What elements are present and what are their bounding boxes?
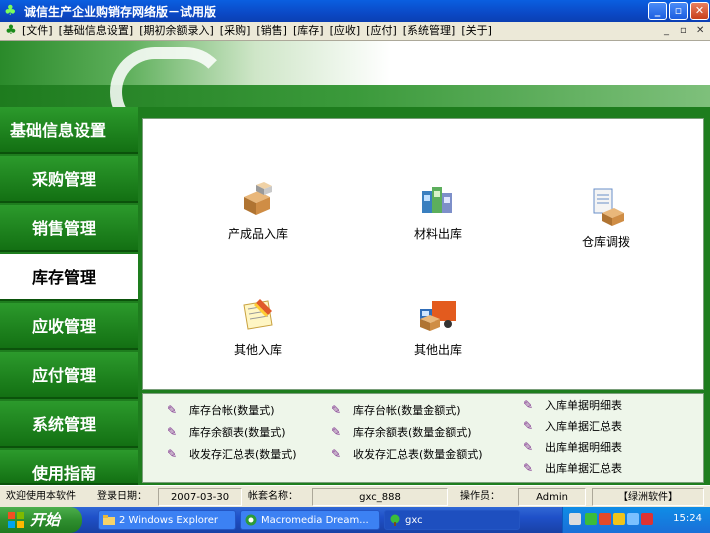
menu-payable[interactable]: [应付] [366, 24, 397, 38]
tree-app-icon: ♣ [4, 3, 17, 19]
window-title: 诚信生产企业购销存网络版－试用版 [24, 5, 217, 19]
function-panel: 产成品入库 材料出库 仓库调拨 其他入库 其他出库 [142, 118, 704, 390]
delivery-truck-icon [418, 295, 458, 335]
status-bar: 欢迎使用本软件 登录日期： 2007-03-30 帐套名称： gxc_888 操… [0, 485, 710, 507]
report-panel: ✎ 库存台帐(数量式) ✎ 库存余额表(数量式) ✎ 收发存汇总表(数量式) ✎ 库存台… [142, 393, 704, 483]
volume-icon[interactable] [627, 513, 639, 525]
sidebar-item-inventory[interactable]: 库存管理 [0, 254, 138, 301]
menu-opening-balance[interactable]: [期初余额录入] [139, 24, 214, 38]
close-button[interactable]: ✕ [690, 2, 709, 20]
start-button[interactable]: 开始 [0, 507, 82, 533]
report-link[interactable]: ✎ 入库单据汇总表 [521, 418, 622, 434]
menu-system[interactable]: [系统管理] [403, 24, 456, 38]
sidebar-item-system[interactable]: 系统管理 [0, 401, 138, 448]
report-pen-icon: ✎ [166, 447, 178, 461]
menu-inventory[interactable]: [库存] [293, 24, 324, 38]
application-window: ♣ 诚信生产企业购销存网络版－试用版 _ ▫ ✕ ♣ [文件] [基础信息设置]… [0, 0, 710, 533]
status-operator: Admin [518, 488, 586, 506]
folder-icon [103, 515, 115, 525]
start-label: 开始 [30, 511, 61, 529]
mdi-restore-button[interactable]: ▫ [680, 25, 687, 36]
sidebar-item-payable[interactable]: 应付管理 [0, 352, 138, 399]
status-vendor: 【绿洲软件】 [592, 488, 704, 506]
function-other-in[interactable]: 其他入库 [213, 295, 303, 358]
network-icon[interactable] [585, 513, 597, 525]
menu-purchase[interactable]: [采购] [220, 24, 251, 38]
sidebar-item-guide[interactable]: 使用指南 [0, 450, 138, 485]
sidebar-item-sales[interactable]: 销售管理 [0, 205, 138, 252]
sidebar-item-basic-info[interactable]: 基础信息设置 [0, 107, 138, 154]
maximize-button[interactable]: ▫ [669, 2, 688, 20]
report-link[interactable]: ✎ 收发存汇总表(数量式) [165, 446, 297, 462]
mdi-close-button[interactable]: ✕ [696, 25, 704, 36]
taskbar-clock: 15:24 [673, 513, 702, 524]
security-shield-icon[interactable] [599, 513, 611, 525]
report-pen-icon: ✎ [522, 461, 534, 475]
report-link[interactable]: ✎ 收发存汇总表(数量金额式) [329, 446, 483, 462]
function-label: 产成品入库 [227, 227, 288, 241]
report-link[interactable]: ✎ 库存台帐(数量金额式) [329, 402, 461, 418]
status-account-label: 帐套名称： [248, 491, 298, 502]
report-pen-icon: ✎ [522, 419, 534, 433]
function-materials-out[interactable]: 材料出库 [393, 179, 483, 242]
report-link[interactable]: ✎ 入库单据明细表 [521, 397, 622, 413]
banner-arrow-arc [110, 47, 230, 107]
status-login-date-label: 登录日期： [97, 491, 147, 502]
tree-logo-icon: ♣ [5, 23, 17, 38]
ime-icon[interactable] [613, 513, 625, 525]
menu-sales[interactable]: [销售] [256, 24, 287, 38]
function-finished-goods-in[interactable]: 产成品入库 [213, 179, 303, 242]
report-pen-icon: ✎ [522, 398, 534, 412]
function-label: 仓库调拨 [581, 235, 630, 249]
dreamweaver-icon [245, 514, 257, 526]
report-pen-icon: ✎ [522, 440, 534, 454]
menu-receivable[interactable]: [应收] [330, 24, 361, 38]
taskbar-item-dreamweaver[interactable]: Macromedia Dream... [240, 510, 380, 530]
function-label: 材料出库 [413, 227, 462, 241]
tree-app-icon [390, 514, 400, 526]
boxes-icon [238, 179, 278, 219]
antivirus-icon[interactable] [641, 513, 653, 525]
mdi-minimize-button[interactable]: _ [664, 25, 669, 36]
sidebar-item-purchase[interactable]: 采购管理 [0, 156, 138, 203]
report-pen-icon: ✎ [330, 447, 342, 461]
report-pen-icon: ✎ [330, 425, 342, 439]
materials-icon [418, 179, 458, 219]
report-link[interactable]: ✎ 库存余额表(数量金额式) [329, 424, 472, 440]
function-warehouse-transfer[interactable]: 仓库调拨 [561, 187, 651, 250]
function-label: 其他入库 [233, 343, 282, 357]
menu-file[interactable]: [文件] [22, 24, 53, 38]
system-tray: 15:24 [562, 507, 710, 533]
report-link[interactable]: ✎ 出库单据汇总表 [521, 460, 622, 476]
menu-basic-info[interactable]: [基础信息设置] [59, 24, 134, 38]
report-pen-icon: ✎ [166, 403, 178, 417]
menu-bar: ♣ [文件] [基础信息设置] [期初余额录入] [采购] [销售] [库存] … [0, 22, 710, 41]
sidebar: 基础信息设置 采购管理 销售管理 库存管理 应收管理 应付管理 系统管理 使用指… [0, 107, 138, 485]
title-bar: ♣ 诚信生产企业购销存网络版－试用版 _ ▫ ✕ [0, 0, 710, 22]
windows-flag-icon [8, 512, 24, 528]
status-operator-label: 操作员： [460, 491, 500, 502]
taskbar-item-gxc[interactable]: gxc [384, 510, 520, 530]
minimize-button[interactable]: _ [648, 2, 667, 20]
banner-green-band [0, 85, 710, 107]
sidebar-item-receivable[interactable]: 应收管理 [0, 303, 138, 350]
main-area: 产成品入库 材料出库 仓库调拨 其他入库 其他出库 ✎ 库存台帐(数量式) ✎ … [138, 107, 710, 485]
menu-about[interactable]: [关于] [461, 24, 492, 38]
report-pen-icon: ✎ [166, 425, 178, 439]
function-label: 其他出库 [413, 343, 462, 357]
report-link[interactable]: ✎ 出库单据明细表 [521, 439, 622, 455]
status-login-date: 2007-03-30 [158, 488, 242, 506]
header-banner [0, 41, 710, 107]
document-box-icon [586, 187, 626, 227]
report-link[interactable]: ✎ 库存余额表(数量式) [165, 424, 286, 440]
report-link[interactable]: ✎ 库存台帐(数量式) [165, 402, 275, 418]
status-welcome: 欢迎使用本软件 [6, 491, 76, 502]
status-account: gxc_888 [312, 488, 448, 506]
report-pen-icon: ✎ [330, 403, 342, 417]
windows-taskbar: 开始 2 Windows Explorer Macromedia Dream..… [0, 507, 710, 533]
notebook-icon [238, 295, 278, 335]
function-other-out[interactable]: 其他出库 [393, 295, 483, 358]
keyboard-icon[interactable] [569, 513, 581, 525]
taskbar-item-explorer[interactable]: 2 Windows Explorer [98, 510, 236, 530]
